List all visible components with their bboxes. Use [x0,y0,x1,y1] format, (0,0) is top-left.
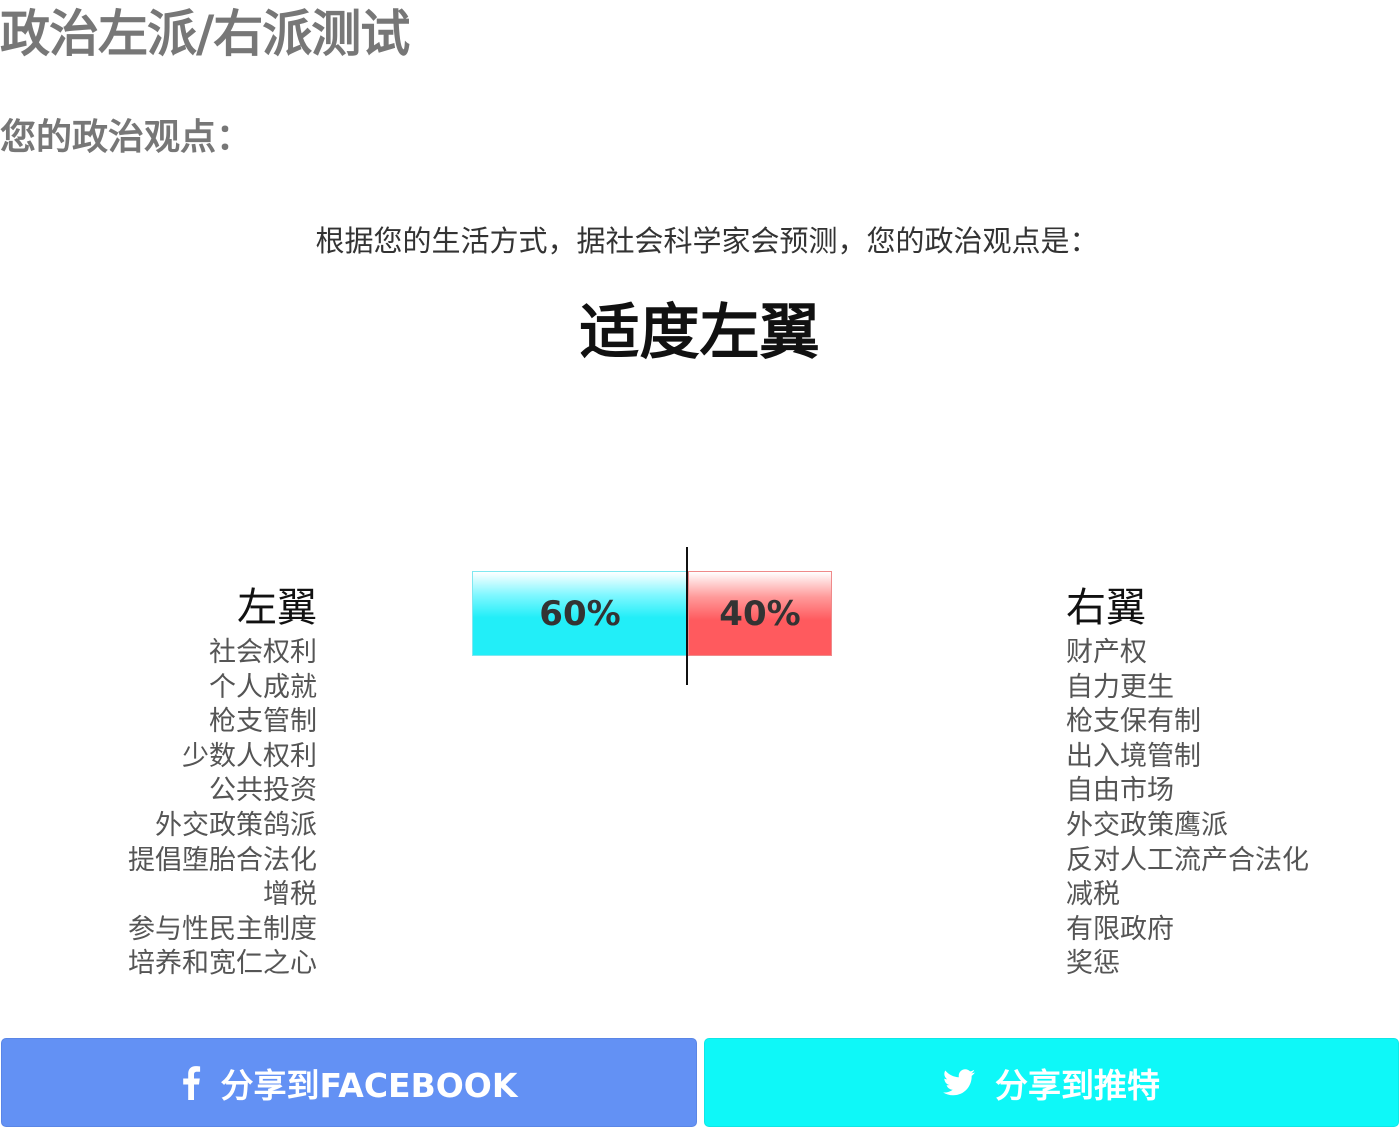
list-item: 培养和宽仁之心 [128,948,317,980]
right-wing-bar: 40% [688,571,832,656]
scale-center-line [686,547,688,685]
list-item: 出入境管制 [1066,740,1201,772]
section-title: 您的政治观点： [0,117,253,158]
share-twitter-button[interactable]: 分享到推特 [704,1038,1399,1127]
list-item: 有限政府 [1066,913,1174,945]
list-item: 少数人权利 [182,740,317,772]
list-item: 自力更生 [1066,671,1174,703]
result-intro: 根据您的生活方式，据社会科学家会预测，您的政治观点是： [315,224,1099,258]
list-item: 财产权 [1066,637,1147,668]
list-item: 外交政策鸽派 [155,809,317,841]
list-item: 增税 [263,879,317,911]
list-item: 个人成就 [209,671,317,703]
result-label: 适度左翼 [579,298,820,368]
list-item: 公共投资 [209,775,317,807]
list-item: 提倡堕胎合法化 [128,844,317,876]
share-facebook-label: 分享到FACEBOOK [220,1065,518,1105]
right-wing-heading: 右翼 [1066,585,1146,631]
twitter-icon [943,1069,975,1096]
right-percent-label: 40% [719,593,801,634]
list-item: 自由市场 [1066,775,1174,807]
list-item: 减税 [1066,879,1120,911]
list-item: 社会权利 [209,637,317,668]
share-facebook-button[interactable]: 分享到FACEBOOK [1,1038,697,1127]
list-item: 枪支管制 [209,706,317,738]
share-twitter-label: 分享到推特 [995,1065,1160,1105]
left-wing-bar: 60% [472,571,688,656]
left-wing-heading: 左翼 [237,585,317,631]
facebook-icon [181,1065,201,1100]
page-title: 政治左派/右派测试 [0,5,410,63]
left-percent-label: 60% [539,593,621,634]
left-wing-column: 左翼 社会权利 个人成就 枪支管制 少数人权利 公共投资 外交政策鸽派 提倡堕胎… [128,580,317,982]
list-item: 外交政策鹰派 [1066,809,1228,841]
left-wing-list: 社会权利 个人成就 枪支管制 少数人权利 公共投资 外交政策鸽派 提倡堕胎合法化… [128,636,317,982]
list-item: 参与性民主制度 [128,913,317,945]
list-item: 枪支保有制 [1066,706,1201,738]
list-item: 奖惩 [1066,948,1120,980]
left-right-scale: 60% 40% [472,571,832,656]
list-item: 反对人工流产合法化 [1066,844,1309,876]
right-wing-column: 右翼 财产权 自力更生 枪支保有制 出入境管制 自由市场 外交政策鹰派 反对人工… [1066,580,1309,982]
right-wing-list: 财产权 自力更生 枪支保有制 出入境管制 自由市场 外交政策鹰派 反对人工流产合… [1066,636,1309,982]
